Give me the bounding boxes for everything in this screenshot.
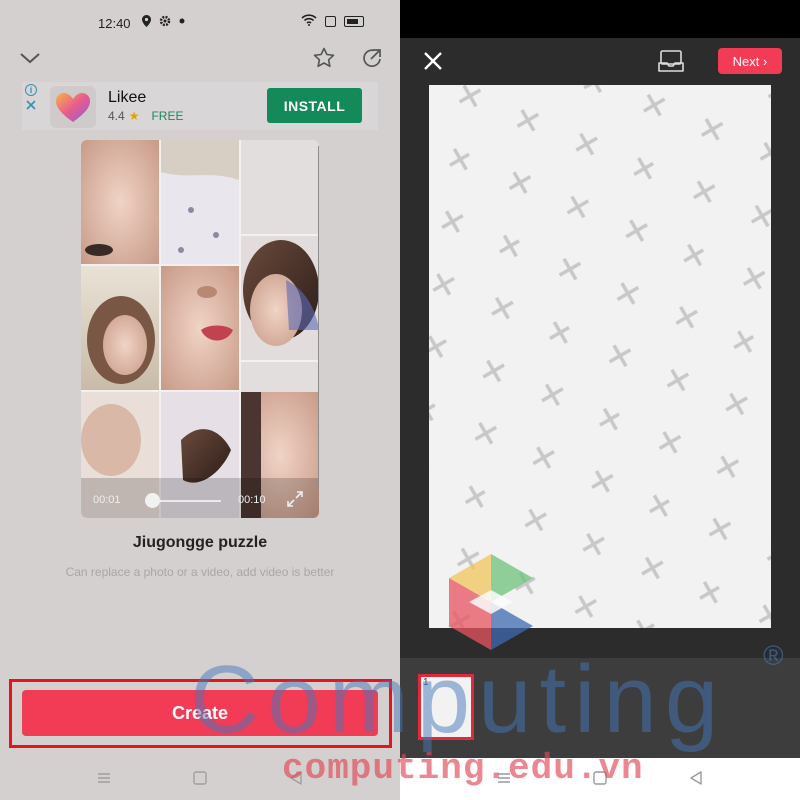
status-time: 12:40 (98, 16, 131, 31)
menu-icon[interactable] (96, 770, 112, 786)
app-icon[interactable] (50, 86, 96, 128)
add-media-pattern (429, 85, 771, 628)
next-label: Next (732, 53, 760, 69)
chevron-down-icon[interactable] (20, 48, 40, 68)
notification-dot-icon (179, 15, 185, 30)
video-controls: 00:01 00:10 (81, 482, 319, 518)
sim-icon (325, 16, 336, 27)
duration-time: 00:10 (238, 494, 266, 506)
watermark-url: computing.edu.vn (282, 748, 644, 789)
rating-star-icon: ★ (128, 109, 140, 123)
app-name[interactable]: Likee (108, 89, 146, 107)
status-icons-left (142, 15, 185, 30)
template-preview-video[interactable]: 00:01 00:10 (81, 140, 319, 518)
template-title: Jiugongge puzzle (132, 534, 268, 551)
registered-mark: ® (763, 640, 784, 671)
empty-canvas[interactable] (429, 85, 771, 628)
wifi-icon (301, 14, 317, 29)
app-rating: 4.4 ★ FREE (108, 109, 183, 123)
share-icon[interactable] (360, 46, 384, 70)
info-icon[interactable]: i (25, 84, 37, 96)
favorite-star-icon[interactable] (312, 46, 336, 70)
seek-track[interactable] (153, 500, 221, 502)
elapsed-time: 00:01 (93, 494, 121, 506)
settings-gear-icon (159, 15, 171, 30)
battery-icon (344, 16, 364, 27)
scroll-indicator (318, 146, 319, 486)
close-x-icon[interactable] (26, 100, 36, 113)
status-icons-right (301, 14, 364, 29)
save-draft-icon[interactable] (658, 49, 684, 73)
seek-knob[interactable] (145, 493, 160, 508)
ad-choices[interactable]: i (24, 84, 38, 113)
close-icon[interactable] (422, 50, 444, 72)
template-subtitle: Can replace a photo or a video, add vide… (65, 565, 335, 579)
back-triangle-icon[interactable] (688, 770, 704, 786)
fullscreen-expand-icon[interactable] (287, 491, 303, 507)
next-button[interactable]: Next › (718, 48, 782, 74)
status-bar: 12:40 (0, 0, 400, 44)
preview-top-bar (0, 44, 400, 78)
location-icon (142, 15, 151, 30)
rating-value: 4.4 (108, 109, 125, 123)
app-price: FREE (151, 109, 184, 123)
ad-banner[interactable]: i Likee 4.4 ★ FREE INSTALL (22, 82, 378, 130)
home-square-icon[interactable] (192, 770, 208, 786)
collage-photo-grid (81, 140, 319, 518)
watermark-wordmark: Computing (190, 646, 727, 753)
install-button[interactable]: INSTALL (267, 88, 362, 123)
editor-top-bar: Next › (400, 38, 800, 85)
